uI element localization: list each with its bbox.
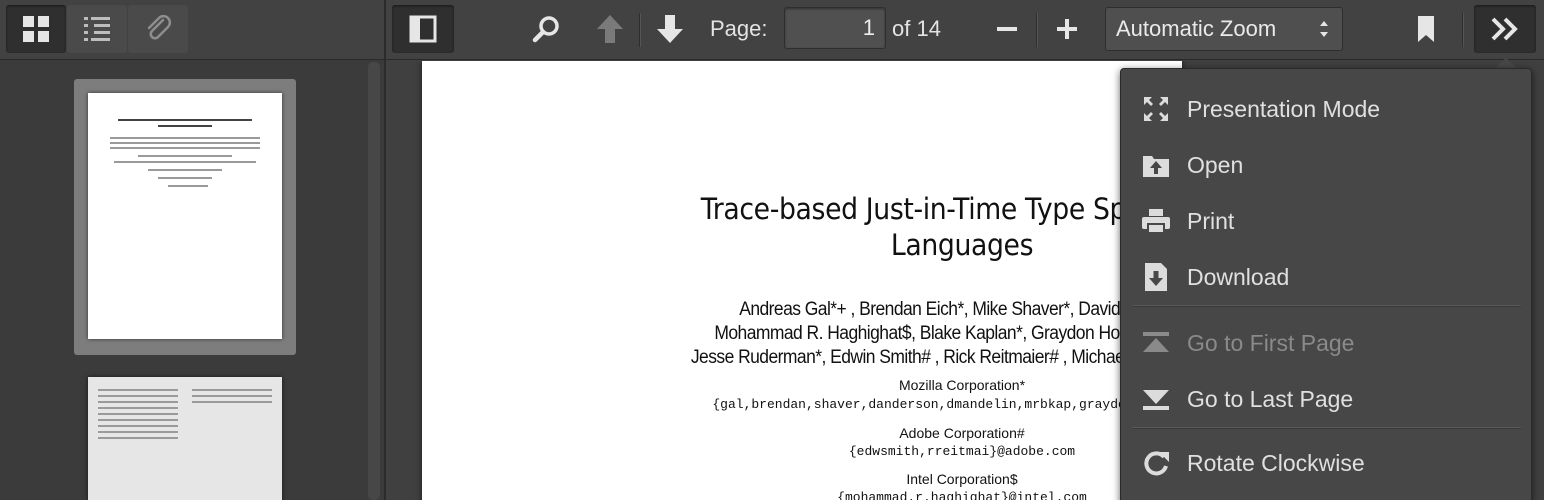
outline-view-button[interactable] xyxy=(67,5,127,53)
rotate-clockwise-button[interactable]: Rotate Clockwise xyxy=(1121,437,1533,489)
affiliation-mozilla: Mozilla Corporation* xyxy=(898,377,1026,393)
secondary-toolbar-toggle[interactable] xyxy=(1474,5,1536,53)
menu-separator xyxy=(1133,305,1521,307)
main-toolbar: Page: of 14 Automatic Zoom xyxy=(386,0,1544,60)
thumbnail-1-selected[interactable] xyxy=(74,79,296,355)
open-file-icon xyxy=(1141,150,1171,180)
zoom-out-button[interactable] xyxy=(992,12,1022,46)
download-button[interactable]: Download xyxy=(1121,251,1533,303)
zoom-select-value: Automatic Zoom xyxy=(1116,16,1277,41)
previous-page-button[interactable] xyxy=(592,10,628,48)
sidebar-toolbar xyxy=(0,0,384,60)
sidebar-toggle-button[interactable] xyxy=(392,5,454,53)
open-file-button[interactable]: Open xyxy=(1121,139,1533,191)
thumbnail-page-1 xyxy=(88,93,282,339)
thumbnail-view-button[interactable] xyxy=(6,5,66,53)
sidebar-scrollbar[interactable] xyxy=(368,62,380,500)
next-page-button[interactable] xyxy=(652,10,688,48)
attachments-view-button[interactable] xyxy=(128,5,188,53)
zoom-in-button[interactable] xyxy=(1052,12,1082,46)
menu-separator xyxy=(1133,427,1521,429)
page-count: of 14 xyxy=(892,16,941,41)
secondary-toolbar-menu: Presentation Mode Open Print Download Go… xyxy=(1120,68,1532,500)
zoom-select[interactable]: Automatic Zoom xyxy=(1105,7,1343,51)
page-label: Page: xyxy=(710,16,768,41)
presentation-mode-icon xyxy=(1141,94,1171,124)
paper-title: Trace-based Just-in-Time Type Specializa… xyxy=(465,191,1182,263)
toolbar-separator xyxy=(1036,13,1038,47)
zoom-in-icon xyxy=(1057,19,1077,39)
last-page-button[interactable]: Go to Last Page xyxy=(1121,373,1533,425)
rotate-clockwise-icon xyxy=(1141,448,1171,478)
print-icon xyxy=(1141,206,1171,236)
search-icon xyxy=(532,16,559,43)
double-chevron-right-icon xyxy=(1491,17,1518,41)
page-number-input[interactable] xyxy=(784,7,886,49)
grid-icon xyxy=(23,16,49,42)
previous-page-icon xyxy=(597,15,623,43)
affiliation-adobe: Adobe Corporation# xyxy=(899,425,1025,441)
find-button[interactable] xyxy=(528,10,564,48)
first-page-button[interactable]: Go to First Page xyxy=(1121,317,1533,369)
first-page-icon xyxy=(1141,328,1171,358)
sidebar xyxy=(0,0,384,500)
zoom-out-icon xyxy=(997,27,1017,31)
presentation-mode-button[interactable]: Presentation Mode xyxy=(1121,83,1533,135)
last-page-icon xyxy=(1141,384,1171,414)
toolbar-separator xyxy=(1462,13,1464,47)
pdf-page-1: Trace-based Just-in-Time Type Specializa… xyxy=(422,61,1182,500)
paper-title-line-1: Trace-based Just-in-Time Type Specializa xyxy=(700,192,1182,226)
email-intel: {mohammad.r.haghighat}@intel.com xyxy=(837,490,1087,500)
thumbnail-list xyxy=(0,61,384,500)
paperclip-icon xyxy=(147,14,172,40)
authors-line-3: Jesse Ruderman*, Edwin Smith# , Rick Rei… xyxy=(690,347,1182,368)
authors-line-2: Mohammad R. Haghighat$, Blake Kaplan*, G… xyxy=(714,323,1182,344)
authors-line-1: Andreas Gal*+ , Brendan Eich*, Mike Shav… xyxy=(739,299,1182,320)
bookmark-icon xyxy=(1418,16,1434,42)
toolbar-separator xyxy=(639,13,641,47)
download-icon xyxy=(1141,262,1171,292)
paper-title-line-2: Languages xyxy=(890,228,1034,262)
print-button[interactable]: Print xyxy=(1121,195,1533,247)
select-arrows-icon xyxy=(1320,21,1328,37)
email-mozilla: {gal,brendan,shaver,danderson,dmandelin,… xyxy=(712,397,1182,412)
thumbnail-page-2[interactable] xyxy=(88,377,282,500)
bookmark-button[interactable] xyxy=(1410,10,1442,48)
affiliation-intel: Intel Corporation$ xyxy=(906,471,1018,487)
list-icon xyxy=(84,17,110,41)
next-page-icon xyxy=(657,15,683,43)
email-adobe: {edwsmith,rreitmai}@adobe.com xyxy=(848,444,1076,459)
sidebar-toggle-icon xyxy=(409,15,437,43)
